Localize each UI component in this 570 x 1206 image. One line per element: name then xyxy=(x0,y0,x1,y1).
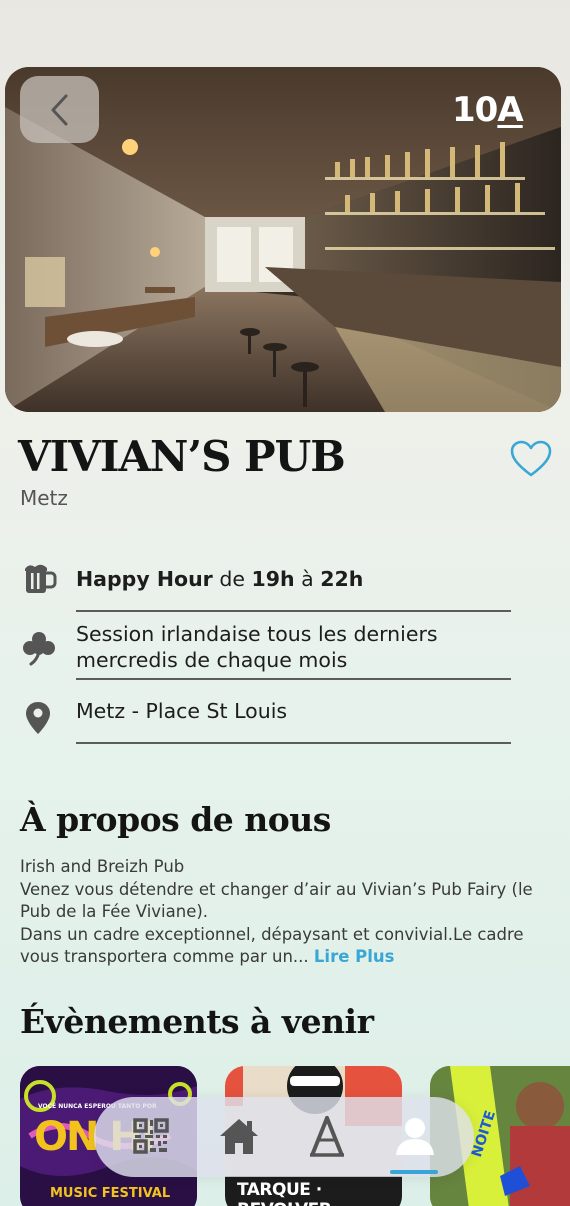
favorite-heart-icon[interactable] xyxy=(510,440,552,478)
age-rating-badge: 10A xyxy=(452,88,526,132)
happy-hour-to: à xyxy=(301,567,314,591)
event-headline: TARQUE · REVOLVER xyxy=(237,1180,332,1206)
beer-mug-icon xyxy=(25,564,57,593)
happy-hour-label: Happy Hour xyxy=(76,567,213,591)
about-title: À propos de nous xyxy=(20,800,331,839)
bottom-tab-bar xyxy=(94,1097,474,1177)
happy-hour-end: 22h xyxy=(320,567,364,591)
address-info[interactable]: Metz - Place St Louis xyxy=(76,698,516,724)
user-icon xyxy=(396,1118,434,1155)
tab-home[interactable] xyxy=(214,1111,264,1161)
shamrock-icon xyxy=(23,632,55,666)
happy-hour-from: de xyxy=(219,567,245,591)
tab-a[interactable] xyxy=(302,1111,352,1161)
chevron-left-icon xyxy=(51,94,67,125)
home-icon xyxy=(220,1119,258,1154)
back-button[interactable] xyxy=(20,76,99,143)
tab-qr-scanner[interactable] xyxy=(126,1111,176,1161)
happy-hour-info: Happy Hour de 19h à 22h xyxy=(76,566,516,592)
irish-session-info: Session irlandaise tous les derniers mer… xyxy=(76,622,438,672)
map-pin-icon xyxy=(26,702,50,734)
venue-city: Metz xyxy=(20,486,68,510)
divider xyxy=(76,678,511,680)
age-rating-letter: A xyxy=(497,90,523,130)
tab-profile[interactable] xyxy=(390,1111,440,1161)
about-line-1: Irish and Breizh Pub xyxy=(20,857,185,876)
venue-name: VIVIAN’S PUB xyxy=(18,432,346,481)
read-more-link[interactable]: Lire Plus xyxy=(314,947,395,966)
divider xyxy=(76,742,511,744)
age-rating-number: 10 xyxy=(452,90,498,130)
about-line-2: Venez vous détendre et changer d’air au … xyxy=(20,879,533,922)
active-tab-indicator xyxy=(390,1170,438,1174)
event-subtitle: MUSIC FESTIVAL xyxy=(50,1186,171,1201)
qr-code-icon xyxy=(133,1118,169,1154)
happy-hour-start: 19h xyxy=(251,567,295,591)
about-line-3: Dans un cadre exceptionnel, dépaysant et… xyxy=(20,924,524,967)
events-title: Évènements à venir xyxy=(20,1002,374,1041)
about-text: Irish and Breizh Pub Venez vous détendre… xyxy=(20,856,550,969)
divider xyxy=(76,610,511,612)
a-icon xyxy=(310,1116,344,1157)
